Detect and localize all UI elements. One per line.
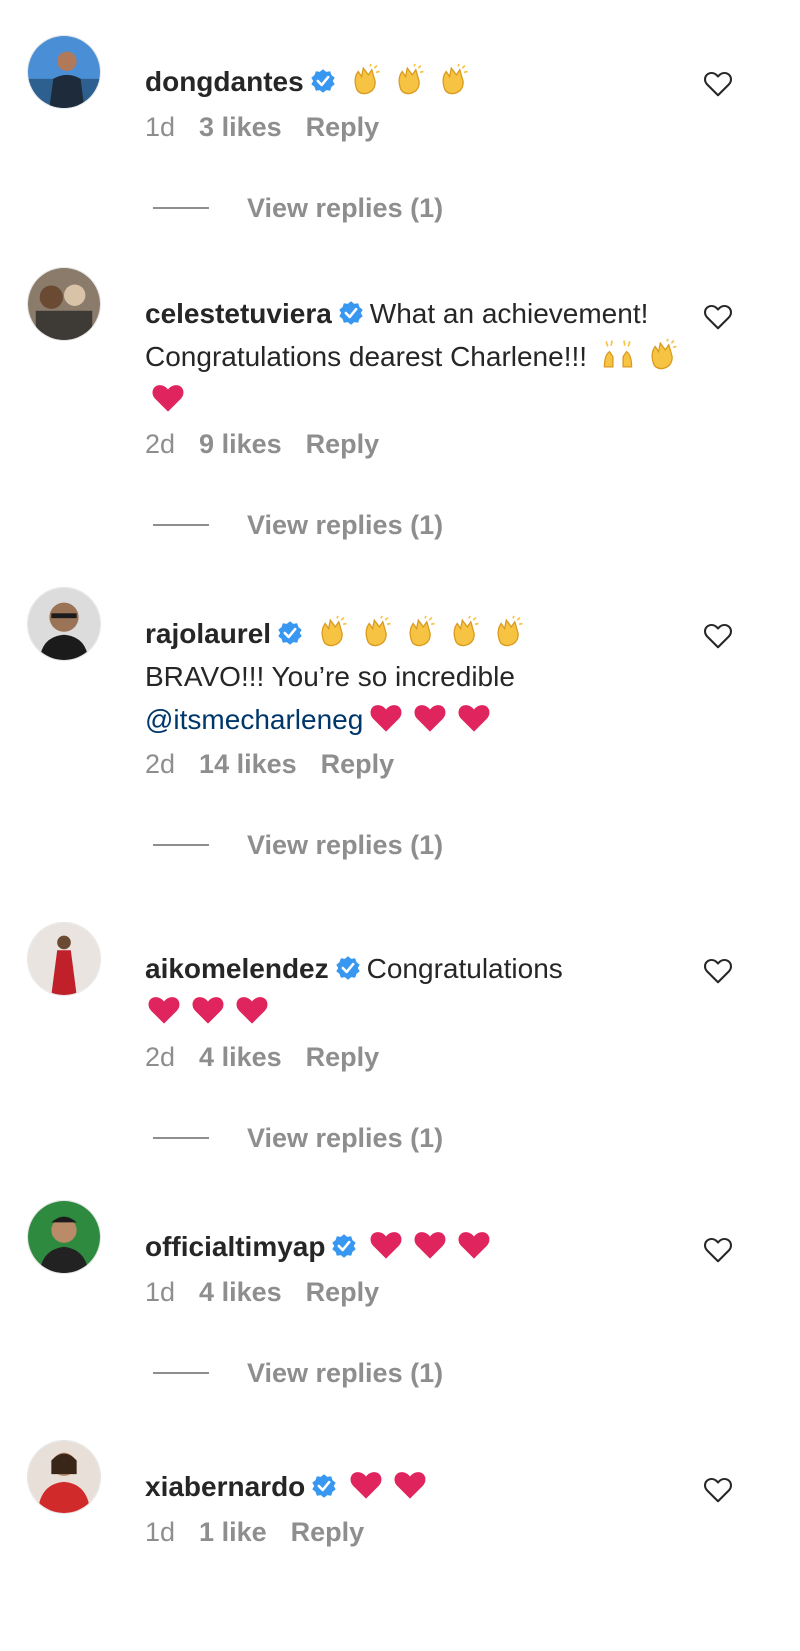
comment-text: Congratulations <box>366 953 563 984</box>
reply-button[interactable]: Reply <box>306 112 380 142</box>
avatar[interactable] <box>27 1440 101 1514</box>
comment-body: dongdantes <box>145 60 685 103</box>
avatar[interactable] <box>27 267 101 341</box>
reply-button[interactable]: Reply <box>306 1042 380 1072</box>
verified-badge-icon <box>277 620 303 646</box>
username[interactable]: dongdantes <box>145 66 304 97</box>
replies-divider-line <box>153 1137 209 1139</box>
clapping-hands-emoji-icon <box>392 63 426 97</box>
timestamp[interactable]: 1d <box>145 1517 175 1547</box>
red-heart-emoji-icon <box>413 1228 447 1262</box>
clapping-hands-emoji-icon <box>348 63 382 97</box>
clapping-hands-emoji-icon <box>436 63 470 97</box>
comment-body: officialtimyap <box>145 1225 685 1268</box>
red-heart-emoji-icon <box>147 993 181 1027</box>
view-replies-label: View replies (1) <box>247 510 444 540</box>
replies-divider-line <box>153 524 209 526</box>
timestamp[interactable]: 2d <box>145 749 175 779</box>
view-replies-button[interactable]: View replies (1) <box>153 193 443 224</box>
username[interactable]: celestetuviera <box>145 298 332 329</box>
replies-divider-line <box>153 844 209 846</box>
avatar[interactable] <box>27 35 101 109</box>
like-heart-icon[interactable] <box>703 69 733 99</box>
timestamp[interactable]: 2d <box>145 429 175 459</box>
view-replies-label: View replies (1) <box>247 1123 444 1153</box>
raising-hands-emoji-icon <box>601 338 635 372</box>
reply-button[interactable]: Reply <box>321 749 395 779</box>
view-replies-label: View replies (1) <box>247 1358 444 1388</box>
username[interactable]: officialtimyap <box>145 1231 325 1262</box>
likes-count[interactable]: 9 likes <box>199 429 282 459</box>
comment-body: celestetuviera What an achievement! Congr… <box>145 292 685 421</box>
clapping-hands-emoji-icon <box>359 615 393 649</box>
comment-list: dongdantes 1d 3 likes Reply View replies (… <box>0 0 800 1651</box>
like-heart-icon[interactable] <box>703 302 733 332</box>
username[interactable]: rajolaurel <box>145 618 271 649</box>
comment-meta: 1d 4 likes Reply <box>145 1277 403 1308</box>
mention-link[interactable]: @itsmecharleneg <box>145 704 363 735</box>
view-replies-button[interactable]: View replies (1) <box>153 510 443 541</box>
timestamp[interactable]: 1d <box>145 112 175 142</box>
likes-count[interactable]: 4 likes <box>199 1042 282 1072</box>
likes-count[interactable]: 14 likes <box>199 749 297 779</box>
verified-badge-icon <box>310 68 336 94</box>
red-heart-emoji-icon <box>413 701 447 735</box>
comment-text: BRAVO!!! You’re so incredible <box>145 661 515 692</box>
comment-meta: 2d 14 likes Reply <box>145 749 418 780</box>
verified-badge-icon <box>338 300 364 326</box>
like-heart-icon[interactable] <box>703 956 733 986</box>
clapping-hands-emoji-icon <box>491 615 525 649</box>
like-heart-icon[interactable] <box>703 1475 733 1505</box>
red-heart-emoji-icon <box>457 701 491 735</box>
red-heart-emoji-icon <box>457 1228 491 1262</box>
timestamp[interactable]: 1d <box>145 1277 175 1307</box>
red-heart-emoji-icon <box>393 1468 427 1502</box>
verified-badge-icon <box>335 955 361 981</box>
verified-badge-icon <box>311 1473 337 1499</box>
replies-divider-line <box>153 207 209 209</box>
comment-meta: 2d 9 likes Reply <box>145 429 403 460</box>
comment-meta: 1d 3 likes Reply <box>145 112 403 143</box>
replies-divider-line <box>153 1372 209 1374</box>
likes-count[interactable]: 3 likes <box>199 112 282 142</box>
red-heart-emoji-icon <box>349 1468 383 1502</box>
clapping-hands-emoji-icon <box>447 615 481 649</box>
comment-body: aikomelendez Congratulations <box>145 947 685 1033</box>
avatar[interactable] <box>27 1200 101 1274</box>
red-heart-emoji-icon <box>191 993 225 1027</box>
likes-count[interactable]: 1 like <box>199 1517 267 1547</box>
comment-meta: 1d 1 like Reply <box>145 1517 388 1548</box>
view-replies-button[interactable]: View replies (1) <box>153 1358 443 1389</box>
view-replies-label: View replies (1) <box>247 193 444 223</box>
comment-body: rajolaurel BRAVO!!! You’re so incredible … <box>145 612 685 741</box>
view-replies-label: View replies (1) <box>247 830 444 860</box>
like-heart-icon[interactable] <box>703 621 733 651</box>
red-heart-emoji-icon <box>151 381 185 415</box>
reply-button[interactable]: Reply <box>306 1277 380 1307</box>
view-replies-button[interactable]: View replies (1) <box>153 830 443 861</box>
comment-body: xiabernardo <box>145 1465 685 1508</box>
username[interactable]: xiabernardo <box>145 1471 305 1502</box>
red-heart-emoji-icon <box>369 1228 403 1262</box>
clapping-hands-emoji-icon <box>645 338 679 372</box>
clapping-hands-emoji-icon <box>403 615 437 649</box>
comment-meta: 2d 4 likes Reply <box>145 1042 403 1073</box>
clapping-hands-emoji-icon <box>315 615 349 649</box>
reply-button[interactable]: Reply <box>291 1517 365 1547</box>
verified-badge-icon <box>331 1233 357 1259</box>
view-replies-button[interactable]: View replies (1) <box>153 1123 443 1154</box>
red-heart-emoji-icon <box>369 701 403 735</box>
avatar[interactable] <box>27 587 101 661</box>
red-heart-emoji-icon <box>235 993 269 1027</box>
timestamp[interactable]: 2d <box>145 1042 175 1072</box>
avatar[interactable] <box>27 922 101 996</box>
username[interactable]: aikomelendez <box>145 953 329 984</box>
reply-button[interactable]: Reply <box>306 429 380 459</box>
likes-count[interactable]: 4 likes <box>199 1277 282 1307</box>
like-heart-icon[interactable] <box>703 1235 733 1265</box>
